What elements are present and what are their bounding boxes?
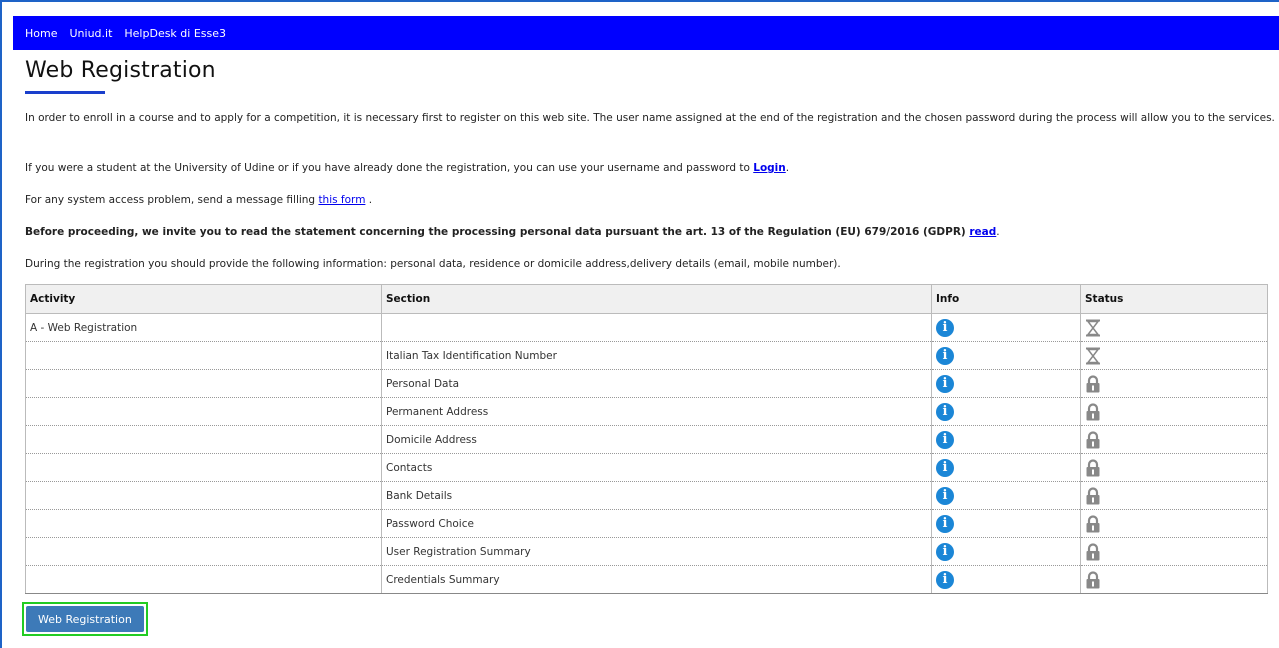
form-link[interactable]: this form: [318, 194, 365, 206]
nav-uniud-link[interactable]: Uniud.it: [69, 27, 112, 40]
cell-activity: [25, 425, 382, 454]
cell-status: [1080, 565, 1268, 594]
header-section: Section: [381, 284, 932, 314]
cell-section: Italian Tax Identification Number: [381, 341, 932, 370]
table-row: Contacts i: [25, 453, 1268, 482]
cell-info: i: [931, 537, 1081, 566]
access-text: For any system access problem, send a me…: [25, 194, 319, 206]
info-icon[interactable]: i: [936, 570, 954, 589]
privacy-read-link[interactable]: read: [969, 226, 996, 238]
privacy-text: Before proceeding, we invite you to read…: [25, 226, 970, 238]
table-row: User Registration Summary i: [25, 537, 1268, 566]
table-row: Domicile Address i: [25, 425, 1268, 454]
cell-status: [1080, 425, 1268, 454]
info-icon[interactable]: i: [936, 402, 954, 421]
cell-activity: [25, 341, 382, 370]
cell-info: i: [931, 453, 1081, 482]
cell-info: i: [931, 425, 1081, 454]
info-icon[interactable]: i: [936, 458, 954, 477]
header-info: Info: [931, 284, 1081, 314]
header-activity: Activity: [25, 284, 382, 314]
info-icon[interactable]: i: [936, 318, 954, 337]
table-header-row: Activity Section Info Status: [25, 284, 1268, 314]
info-icon[interactable]: i: [936, 430, 954, 449]
login-text: If you were a student at the University …: [25, 162, 754, 174]
cell-status: [1080, 481, 1268, 510]
frame-left-border: [0, 0, 2, 648]
info-icon[interactable]: i: [936, 542, 954, 561]
cell-activity: [25, 397, 382, 426]
cell-activity: [25, 565, 382, 594]
cell-status: [1080, 537, 1268, 566]
cell-info: i: [931, 341, 1081, 370]
registration-steps-table: Activity Section Info Status A - Web Reg…: [25, 284, 1268, 594]
access-paragraph: For any system access problem, send a me…: [25, 192, 1275, 209]
lock-icon: [1085, 542, 1101, 561]
table-row: Permanent Address i: [25, 397, 1268, 426]
lock-icon: [1085, 570, 1101, 589]
web-registration-button-highlight: Web Registration: [22, 602, 148, 636]
cell-activity: [25, 509, 382, 538]
cell-info: i: [931, 565, 1081, 594]
cell-info: i: [931, 509, 1081, 538]
info-icon[interactable]: i: [936, 486, 954, 505]
lock-icon: [1085, 374, 1101, 393]
lock-icon: [1085, 458, 1101, 477]
cell-section: Personal Data: [381, 369, 932, 398]
lock-icon: [1085, 430, 1101, 449]
table-row: Password Choice i: [25, 509, 1268, 538]
cell-section: Permanent Address: [381, 397, 932, 426]
cell-info: i: [931, 369, 1081, 398]
hourglass-icon: [1085, 347, 1101, 365]
cell-status: [1080, 313, 1268, 342]
intro-paragraph: In order to enroll in a course and to ap…: [25, 112, 1275, 124]
table-row: Bank Details i: [25, 481, 1268, 510]
privacy-paragraph: Before proceeding, we invite you to read…: [25, 226, 1000, 238]
cell-status: [1080, 369, 1268, 398]
access-suffix: .: [365, 194, 373, 206]
cell-section: [381, 313, 932, 342]
info-icon[interactable]: i: [936, 346, 954, 365]
cell-info: i: [931, 397, 1081, 426]
info-icon[interactable]: i: [936, 514, 954, 533]
header-status: Status: [1080, 284, 1268, 314]
table-row: Credentials Summary i: [25, 565, 1268, 594]
cell-info: i: [931, 481, 1081, 510]
cell-section: Credentials Summary: [381, 565, 932, 594]
info-paragraph: During the registration you should provi…: [25, 258, 841, 270]
login-link[interactable]: Login: [753, 162, 786, 174]
cell-activity: [25, 369, 382, 398]
cell-section: Domicile Address: [381, 425, 932, 454]
table-row: A - Web Registration i: [25, 313, 1268, 342]
cell-section: User Registration Summary: [381, 537, 932, 566]
login-paragraph: If you were a student at the University …: [25, 162, 790, 174]
lock-icon: [1085, 486, 1101, 505]
table-row: Personal Data i: [25, 369, 1268, 398]
cell-activity: [25, 537, 382, 566]
lock-icon: [1085, 402, 1101, 421]
top-navigation: Home Uniud.it HelpDesk di Esse3: [13, 16, 1279, 50]
cell-status: [1080, 453, 1268, 482]
table-row: Italian Tax Identification Number i: [25, 341, 1268, 370]
frame-top-border: [0, 0, 1279, 2]
page-title: Web Registration: [25, 58, 216, 83]
cell-activity: [25, 481, 382, 510]
cell-status: [1080, 397, 1268, 426]
hourglass-icon: [1085, 319, 1101, 337]
web-registration-button[interactable]: Web Registration: [26, 606, 144, 632]
cell-section: Password Choice: [381, 509, 932, 538]
nav-home-link[interactable]: Home: [25, 27, 57, 40]
cell-info: i: [931, 313, 1081, 342]
title-underline: [25, 91, 105, 94]
cell-section: Bank Details: [381, 481, 932, 510]
cell-status: [1080, 509, 1268, 538]
lock-icon: [1085, 514, 1101, 533]
cell-activity: A - Web Registration: [25, 313, 382, 342]
info-icon[interactable]: i: [936, 374, 954, 393]
cell-section: Contacts: [381, 453, 932, 482]
cell-status: [1080, 341, 1268, 370]
nav-helpdesk-link[interactable]: HelpDesk di Esse3: [124, 27, 226, 40]
cell-activity: [25, 453, 382, 482]
